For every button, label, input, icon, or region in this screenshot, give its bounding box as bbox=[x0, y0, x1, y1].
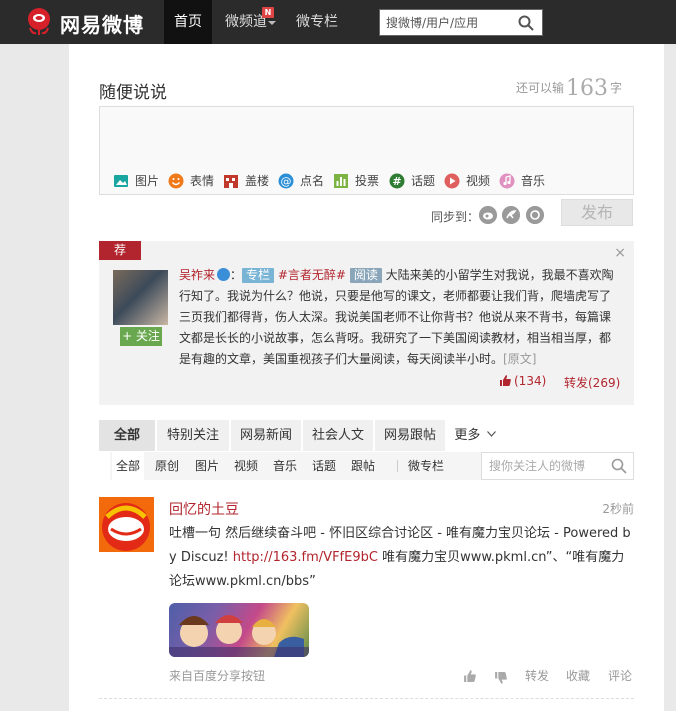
sub-video[interactable]: 视频 bbox=[234, 452, 258, 480]
sub-original[interactable]: 原创 bbox=[155, 452, 179, 480]
tool-label: 表情 bbox=[190, 174, 215, 188]
building-icon bbox=[224, 175, 238, 188]
feed-tabs: 全部 特别关注 网易新闻 社会人文 网易跟帖 更多 bbox=[99, 420, 634, 451]
tool-label: 盖楼 bbox=[245, 174, 270, 188]
nav-weicolumn[interactable]: 微专栏 bbox=[286, 0, 348, 44]
close-icon[interactable]: × bbox=[614, 245, 626, 261]
svg-text:@: @ bbox=[281, 175, 292, 188]
feed-author-name[interactable]: 回忆的土豆 bbox=[169, 499, 239, 519]
nav-home[interactable]: 首页 bbox=[164, 0, 212, 44]
new-badge: N bbox=[262, 7, 274, 18]
recommended-tag: 荐 bbox=[99, 241, 141, 260]
read-chip[interactable]: 阅读 bbox=[349, 268, 382, 283]
comment-button[interactable]: 评论 bbox=[608, 667, 632, 684]
avatar[interactable] bbox=[99, 497, 154, 552]
recommended-post: 荐 × + 关注 吴祚来：专栏 #言者无醉# 阅读 大陆来美的小留学生对我说，我… bbox=[99, 241, 634, 405]
game-art-image bbox=[169, 615, 309, 657]
chevron-down-icon bbox=[486, 431, 496, 437]
topic-link[interactable]: #言者无醉# bbox=[278, 268, 346, 282]
sub-comments[interactable]: 跟帖 bbox=[351, 452, 375, 480]
favorite-button[interactable]: 收藏 bbox=[566, 667, 590, 684]
feed-short-link[interactable]: http://163.fm/VFfE9bC bbox=[233, 550, 378, 565]
sub-music[interactable]: 音乐 bbox=[273, 452, 297, 480]
svg-text:#: # bbox=[392, 175, 401, 188]
avatar[interactable] bbox=[113, 270, 168, 325]
sub-image[interactable]: 图片 bbox=[195, 452, 219, 480]
tool-label: 投票 bbox=[355, 174, 380, 188]
emoji-icon bbox=[168, 173, 184, 189]
like-count-text: (134) bbox=[514, 374, 547, 388]
tab-more-label: 更多 bbox=[454, 428, 481, 443]
like-count[interactable]: (134) bbox=[499, 374, 546, 388]
global-search-input[interactable] bbox=[380, 10, 516, 35]
tab-all[interactable]: 全部 bbox=[99, 420, 155, 451]
tab-more[interactable]: 更多 bbox=[449, 420, 501, 451]
global-search bbox=[379, 9, 543, 36]
sync-label: 同步到： bbox=[431, 210, 480, 224]
followee-search-input[interactable] bbox=[482, 453, 606, 479]
feed-timestamp[interactable]: 2秒前 bbox=[602, 500, 634, 517]
original-link[interactable]: [原文] bbox=[503, 352, 536, 366]
tab-social-humanities[interactable]: 社会人文 bbox=[303, 420, 373, 451]
char-counter-number: 163 bbox=[565, 76, 608, 101]
top-navigation-bar: 网易微博 首页 微频道 N 微专栏 bbox=[0, 0, 676, 44]
publish-button[interactable]: 发布 bbox=[561, 199, 633, 226]
tab-special-follow[interactable]: 特别关注 bbox=[157, 420, 229, 451]
hashtag-icon: # bbox=[389, 173, 405, 189]
column-chip[interactable]: 专栏 bbox=[242, 268, 275, 283]
author-name[interactable]: 吴祚来 bbox=[179, 268, 215, 282]
chevron-down-icon[interactable] bbox=[268, 21, 276, 25]
search-icon[interactable] bbox=[611, 458, 627, 474]
sub-topic[interactable]: 话题 bbox=[312, 452, 336, 480]
vote-icon bbox=[334, 174, 348, 188]
search-icon[interactable] bbox=[518, 15, 534, 31]
tool-label: 图片 bbox=[135, 174, 160, 188]
divider bbox=[397, 460, 398, 472]
follow-button[interactable]: + 关注 bbox=[120, 327, 162, 346]
author-colon: ： bbox=[230, 268, 243, 282]
logo-text[interactable]: 网易微博 bbox=[60, 9, 144, 38]
feed-source[interactable]: 来自百度分享按钮 bbox=[169, 667, 265, 684]
recommended-text: 吴祚来：专栏 #言者无醉# 阅读 大陆来美的小留学生对我说，我最不喜欢陶行知了。… bbox=[179, 265, 619, 370]
char-counter: 还可以输163 字 bbox=[516, 76, 622, 101]
char-counter-suffix: 字 bbox=[609, 81, 622, 95]
tool-label: 视频 bbox=[466, 174, 491, 188]
image-icon bbox=[114, 175, 128, 187]
sub-all[interactable]: 全部 bbox=[112, 452, 145, 480]
thumb-up-icon[interactable] bbox=[463, 670, 476, 682]
at-icon: @ bbox=[278, 173, 294, 189]
char-counter-prefix: 还可以输 bbox=[515, 81, 564, 95]
tool-label: 音乐 bbox=[521, 174, 546, 188]
feed-text: 吐槽一句 然后继续奋斗吧 - 怀旧区综合讨论区 - 唯有魔力宝贝论坛 - Pow… bbox=[169, 522, 635, 594]
thumb-up-icon bbox=[500, 375, 511, 386]
thumb-down-icon[interactable] bbox=[494, 672, 507, 684]
share-sync-icon[interactable] bbox=[502, 206, 520, 224]
weibo-sync-icon[interactable] bbox=[479, 206, 497, 224]
potato-face-icon bbox=[99, 497, 154, 552]
forward-count[interactable]: 转发(269) bbox=[564, 374, 620, 391]
verified-icon bbox=[217, 268, 231, 281]
video-icon bbox=[444, 173, 460, 189]
feed-image-thumbnail[interactable] bbox=[169, 603, 309, 657]
followee-search bbox=[481, 452, 634, 480]
circle-sync-icon[interactable] bbox=[526, 206, 544, 224]
forward-button[interactable]: 转发 bbox=[525, 667, 549, 684]
tool-label: 点名 bbox=[300, 174, 325, 188]
tab-netease-news[interactable]: 网易新闻 bbox=[231, 420, 301, 451]
divider bbox=[99, 698, 634, 699]
sub-column[interactable]: 微专栏 bbox=[408, 452, 444, 480]
main-column: 随便说说 还可以输163 字 图片 表情 盖楼 @ 点名 投票 # 话题 视频 … bbox=[69, 44, 664, 711]
composer-title: 随便说说 bbox=[99, 83, 167, 103]
music-icon bbox=[499, 173, 515, 189]
tool-label: 话题 bbox=[411, 174, 436, 188]
tab-netease-comments[interactable]: 网易跟帖 bbox=[375, 420, 445, 451]
netease-logo-icon[interactable] bbox=[24, 6, 54, 36]
